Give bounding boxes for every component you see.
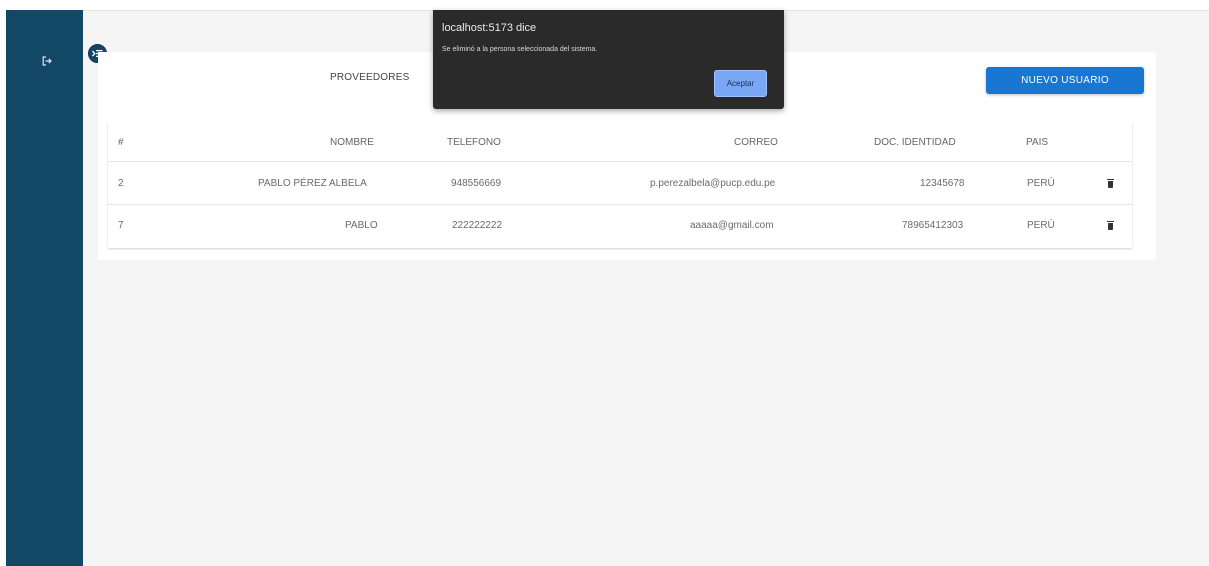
alert-dialog: localhost:5173 dice Se eliminó a la pers… <box>433 10 784 109</box>
dialog-ok-button[interactable]: Aceptar <box>714 70 767 97</box>
dialog-message: Se eliminó a la persona seleccionada del… <box>442 46 598 53</box>
cell-correo: p.perezalbela@pucp.edu.pe <box>650 178 776 189</box>
tab-proveedores[interactable]: PROVEEDORES <box>330 72 409 83</box>
cell-id: 2 <box>118 178 124 189</box>
logout-icon[interactable] <box>42 56 52 66</box>
col-header-doc-identidad: DOC. IDENTIDAD <box>874 137 956 148</box>
col-header-pais: PAIS <box>1026 137 1049 148</box>
users-table: # NOMBRE TELEFONO CORREO DOC. IDENTIDAD … <box>108 122 1132 248</box>
dialog-title: localhost:5173 dice <box>442 22 537 34</box>
cell-telefono: 222222222 <box>452 220 503 231</box>
cell-doc-identidad: 78965412303 <box>902 220 964 231</box>
col-header-correo: CORREO <box>734 137 778 148</box>
row-divider <box>108 204 1132 205</box>
cell-pais: PERÚ <box>1027 220 1055 231</box>
cell-telefono: 948556669 <box>451 178 502 189</box>
cell-pais: PERÚ <box>1027 178 1055 189</box>
trash-icon[interactable] <box>1107 221 1114 230</box>
cell-id: 7 <box>118 220 124 231</box>
cell-nombre: PABLO <box>345 220 378 231</box>
cell-nombre: PABLO PÉREZ ALBELA <box>258 178 367 189</box>
cell-correo: aaaaa@gmail.com <box>690 220 774 231</box>
col-header-id: # <box>118 137 124 148</box>
cell-doc-identidad: 12345678 <box>920 178 965 189</box>
col-header-nombre: NOMBRE <box>330 137 374 148</box>
new-user-button[interactable]: NUEVO USUARIO <box>986 67 1144 94</box>
header-divider <box>108 161 1132 162</box>
sidebar <box>6 10 83 566</box>
trash-icon[interactable] <box>1107 179 1114 188</box>
col-header-telefono: TELEFONO <box>447 137 501 148</box>
